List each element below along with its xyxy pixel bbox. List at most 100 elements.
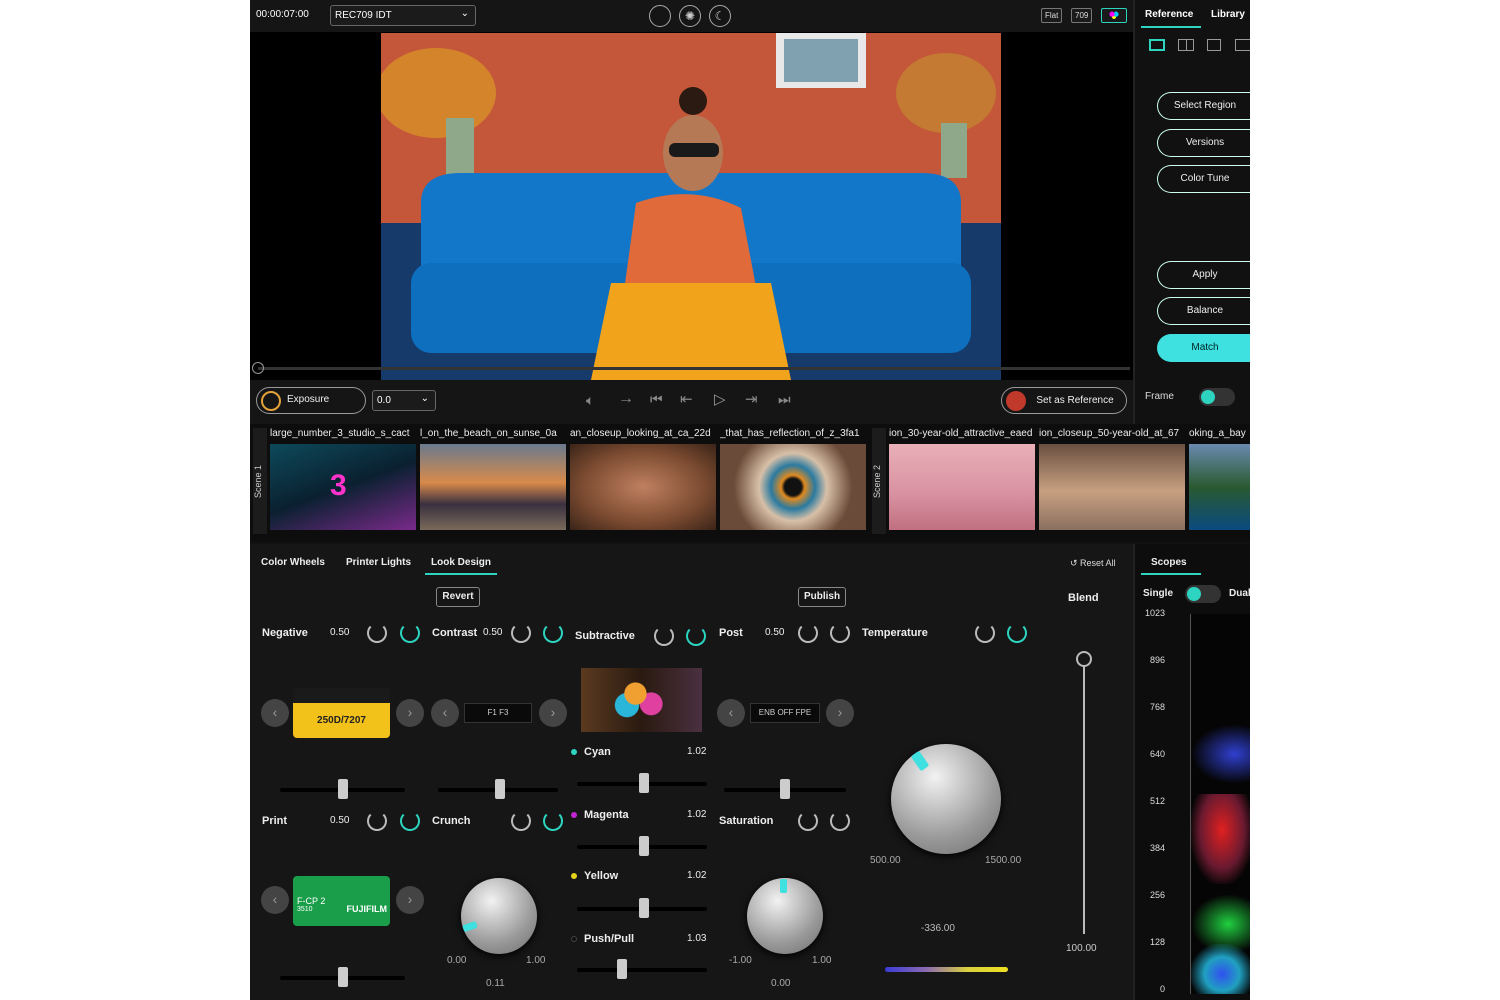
pushpull-value[interactable]: 1.03 bbox=[687, 933, 706, 944]
reset-all-button[interactable]: ↺ Reset All bbox=[1070, 558, 1116, 569]
negative-film-stock[interactable]: 250D/7207 bbox=[293, 688, 390, 738]
tab-printer-lights[interactable]: Printer Lights bbox=[346, 557, 411, 568]
cyan-value[interactable]: 1.02 bbox=[687, 746, 706, 757]
rec709-button[interactable]: 709 bbox=[1071, 8, 1093, 23]
play-icon[interactable]: ▷ bbox=[714, 390, 726, 408]
dual-label[interactable]: Dual bbox=[1229, 588, 1250, 599]
sun-icon[interactable]: ✺ bbox=[679, 5, 701, 27]
revert-button[interactable]: Revert bbox=[436, 587, 480, 607]
timeline-scrubber[interactable] bbox=[258, 367, 1130, 370]
prev-arrow-icon[interactable]: ‹ bbox=[717, 699, 745, 727]
versions-button[interactable]: Versions bbox=[1157, 129, 1250, 157]
color-toggle-icon[interactable] bbox=[1101, 8, 1127, 23]
volume-icon[interactable]: 🔈︎ bbox=[586, 392, 594, 409]
prev-arrow-icon[interactable]: ‹ bbox=[431, 699, 459, 727]
magenta-slider-handle[interactable] bbox=[639, 836, 649, 856]
reset-icon[interactable] bbox=[511, 623, 531, 643]
power-icon[interactable] bbox=[543, 811, 563, 831]
contrast-value[interactable]: 0.50 bbox=[483, 627, 502, 638]
split-view-icon[interactable] bbox=[1178, 39, 1194, 51]
apply-button[interactable]: Apply bbox=[1157, 261, 1250, 289]
pushpull-slider[interactable] bbox=[577, 968, 707, 972]
tab-scopes[interactable]: Scopes bbox=[1151, 557, 1187, 568]
color-tune-button[interactable]: Color Tune bbox=[1157, 165, 1250, 193]
power-icon[interactable] bbox=[400, 623, 420, 643]
single-view-icon[interactable] bbox=[1149, 39, 1165, 51]
reset-icon[interactable] bbox=[975, 623, 995, 643]
clip-thumbnail[interactable] bbox=[570, 444, 716, 530]
power-icon[interactable] bbox=[400, 811, 420, 831]
power-icon[interactable] bbox=[686, 626, 706, 646]
select-region-button[interactable]: Select Region bbox=[1157, 92, 1250, 120]
tab-reference[interactable]: Reference bbox=[1145, 9, 1193, 20]
print-value[interactable]: 0.50 bbox=[330, 815, 349, 826]
exposure-value-select[interactable]: 0.0 ⌄ bbox=[372, 390, 436, 411]
prev-arrow-icon[interactable]: ‹ bbox=[261, 886, 289, 914]
tab-look-design[interactable]: Look Design bbox=[431, 557, 491, 568]
magenta-value[interactable]: 1.02 bbox=[687, 809, 706, 820]
reset-icon[interactable] bbox=[511, 811, 531, 831]
saturation-dial[interactable] bbox=[747, 878, 823, 954]
reset-icon[interactable] bbox=[798, 811, 818, 831]
single-dual-toggle[interactable] bbox=[1185, 585, 1221, 603]
scene-1-marker[interactable]: Scene 1 bbox=[253, 428, 267, 534]
scrubber-handle[interactable] bbox=[252, 362, 264, 374]
circle-icon[interactable] bbox=[649, 5, 671, 27]
power-icon[interactable] bbox=[830, 623, 850, 643]
clip-thumbnail[interactable] bbox=[1039, 444, 1185, 530]
grid-view-icon[interactable] bbox=[1235, 39, 1250, 51]
reset-icon[interactable] bbox=[654, 626, 674, 646]
set-as-reference-button[interactable]: Set as Reference bbox=[1001, 387, 1127, 414]
blend-slider[interactable] bbox=[1083, 662, 1085, 934]
next-arrow-icon[interactable]: › bbox=[826, 699, 854, 727]
flat-button[interactable]: Flat bbox=[1041, 8, 1063, 23]
moon-icon[interactable]: ☾ bbox=[709, 5, 731, 27]
contrast-slider-handle[interactable] bbox=[495, 779, 505, 799]
clip-thumbnail[interactable] bbox=[720, 444, 866, 530]
temperature-dial[interactable] bbox=[891, 744, 1001, 854]
next-arrow-icon[interactable]: › bbox=[539, 699, 567, 727]
temperature-value[interactable]: -336.00 bbox=[921, 923, 955, 934]
clip-thumbnail[interactable] bbox=[420, 444, 566, 530]
power-icon[interactable] bbox=[543, 623, 563, 643]
print-slider-handle[interactable] bbox=[338, 967, 348, 987]
print-film-stock[interactable]: F-CP 2 3510 FUJIFILM bbox=[293, 876, 390, 926]
overlay-view-icon[interactable] bbox=[1207, 39, 1221, 51]
arrow-right-icon[interactable]: → bbox=[618, 390, 634, 408]
reset-icon[interactable] bbox=[367, 811, 387, 831]
frame-toggle[interactable] bbox=[1199, 388, 1235, 406]
step-forward-icon[interactable]: ⇥ bbox=[745, 390, 758, 408]
power-icon[interactable] bbox=[1007, 623, 1027, 643]
clip-thumbnail[interactable]: 3 bbox=[270, 444, 416, 530]
scene-2-marker[interactable]: Scene 2 bbox=[872, 428, 886, 534]
clip-thumbnail[interactable] bbox=[1189, 444, 1250, 530]
exposure-button[interactable]: Exposure bbox=[256, 387, 366, 414]
match-button[interactable]: Match bbox=[1157, 334, 1250, 362]
cyan-slider-handle[interactable] bbox=[639, 773, 649, 793]
tab-library[interactable]: Library bbox=[1211, 9, 1245, 20]
negative-slider-handle[interactable] bbox=[338, 779, 348, 799]
next-arrow-icon[interactable]: › bbox=[396, 699, 424, 727]
pushpull-slider-handle[interactable] bbox=[617, 959, 627, 979]
skip-end-icon[interactable]: ⏭︎ bbox=[778, 391, 791, 408]
crunch-dial[interactable] bbox=[461, 878, 537, 954]
reset-icon[interactable] bbox=[798, 623, 818, 643]
tab-color-wheels[interactable]: Color Wheels bbox=[261, 557, 325, 568]
post-value[interactable]: 0.50 bbox=[765, 627, 784, 638]
post-slider-handle[interactable] bbox=[780, 779, 790, 799]
blend-slider-handle[interactable] bbox=[1076, 651, 1092, 667]
clip-thumbnail[interactable] bbox=[889, 444, 1035, 530]
single-label[interactable]: Single bbox=[1143, 588, 1173, 599]
contrast-mode-selector[interactable]: F1 F3 bbox=[464, 703, 532, 723]
reset-icon[interactable] bbox=[367, 623, 387, 643]
publish-button[interactable]: Publish bbox=[798, 587, 846, 607]
negative-value[interactable]: 0.50 bbox=[330, 627, 349, 638]
balance-button[interactable]: Balance bbox=[1157, 297, 1250, 325]
skip-start-icon[interactable]: ⏮︎ bbox=[650, 391, 663, 408]
yellow-slider-handle[interactable] bbox=[639, 898, 649, 918]
yellow-value[interactable]: 1.02 bbox=[687, 870, 706, 881]
prev-arrow-icon[interactable]: ‹ bbox=[261, 699, 289, 727]
step-back-icon[interactable]: ⇤ bbox=[680, 390, 693, 408]
idt-select[interactable]: REC709 IDT ⌄ bbox=[330, 5, 476, 26]
next-arrow-icon[interactable]: › bbox=[396, 886, 424, 914]
